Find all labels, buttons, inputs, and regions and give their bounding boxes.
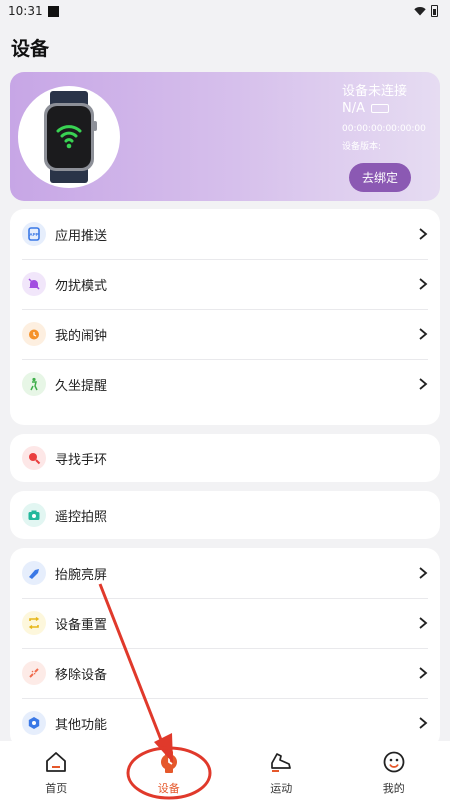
menu-item-label: 久坐提醒 xyxy=(55,378,108,394)
nav-tab-label: 我的 xyxy=(382,782,405,795)
nav-tab-label: 设备 xyxy=(157,782,180,795)
other-functions-icon xyxy=(22,711,46,735)
wifi-signal-icon xyxy=(414,7,426,16)
chevron-right-icon xyxy=(419,667,428,679)
menu-item-find-band[interactable]: 寻找手环 xyxy=(10,434,440,482)
find-band-icon xyxy=(22,446,46,470)
profile-smiley-icon xyxy=(383,751,405,773)
remote-camera-icon xyxy=(22,503,46,527)
chevron-right-icon xyxy=(419,328,428,340)
battery-status-icon xyxy=(431,5,438,17)
page-title: 设备 xyxy=(11,38,50,60)
menu-group-settings: 抬腕亮屏 设备重置 移除设备 其他功能 xyxy=(10,548,440,748)
remove-device-icon xyxy=(22,661,46,685)
raise-wrist-icon xyxy=(22,561,46,585)
menu-item-raise-wrist[interactable]: 抬腕亮屏 xyxy=(10,548,440,598)
menu-item-label: 遥控拍照 xyxy=(55,509,108,525)
menu-group-find-band: 寻找手环 xyxy=(10,434,440,482)
alarm-clock-icon xyxy=(22,322,46,346)
device-reset-icon xyxy=(22,611,46,635)
menu-item-device-reset[interactable]: 设备重置 xyxy=(10,598,440,648)
menu-item-label: 设备重置 xyxy=(55,617,108,633)
chevron-right-icon xyxy=(419,228,428,240)
menu-item-label: 应用推送 xyxy=(55,228,108,244)
chevron-right-icon xyxy=(419,717,428,729)
menu-item-app-push[interactable]: APP 应用推送 xyxy=(10,209,440,259)
menu-item-label: 其他功能 xyxy=(55,717,108,733)
menu-group-remote-camera: 遥控拍照 xyxy=(10,491,440,539)
menu-item-remove-device[interactable]: 移除设备 xyxy=(10,648,440,698)
chevron-right-icon xyxy=(419,378,428,390)
menu-item-remote-camera[interactable]: 遥控拍照 xyxy=(10,491,440,539)
nav-tab-home[interactable]: 首页 xyxy=(0,741,113,800)
smartwatch-wifi-icon xyxy=(44,91,97,183)
bind-device-button[interactable]: 去绑定 xyxy=(349,163,411,192)
bottom-navigation: 首页 设备 运动 我的 xyxy=(0,741,450,800)
nav-tab-profile[interactable]: 我的 xyxy=(338,741,450,800)
device-battery-value: N/A xyxy=(342,101,365,116)
device-connection-status: 设备未连接 xyxy=(342,84,408,99)
status-left: 10:31 xyxy=(8,4,59,18)
chevron-right-icon xyxy=(419,567,428,579)
menu-item-label: 我的闹钟 xyxy=(55,328,108,344)
device-battery-icon xyxy=(371,104,389,113)
nav-tab-sport[interactable]: 运动 xyxy=(225,741,338,800)
device-icon xyxy=(160,751,177,773)
notification-icon xyxy=(47,5,59,17)
svg-text:APP: APP xyxy=(29,232,38,237)
menu-item-label: 寻找手环 xyxy=(55,452,108,468)
menu-group-notifications: APP 应用推送 勿扰模式 我的闹钟 久坐提醒 xyxy=(10,209,440,425)
watch-image xyxy=(18,86,120,188)
home-icon xyxy=(46,752,67,772)
status-bar: 10:31 xyxy=(0,0,450,22)
menu-item-sedentary[interactable]: 久坐提醒 xyxy=(10,359,440,409)
device-version-label: 设备版本: xyxy=(342,142,382,152)
device-card: 设备未连接 N/A 00:00:00:00:00:00 设备版本: 去绑定 xyxy=(10,72,440,201)
nav-tab-label: 首页 xyxy=(45,782,68,795)
nav-tab-label: 运动 xyxy=(270,782,293,795)
nav-tab-device[interactable]: 设备 xyxy=(113,741,226,800)
menu-item-alarm[interactable]: 我的闹钟 xyxy=(10,309,440,359)
sedentary-reminder-icon xyxy=(22,372,46,396)
menu-item-label: 抬腕亮屏 xyxy=(55,567,108,583)
app-push-icon: APP xyxy=(22,222,46,246)
status-time: 10:31 xyxy=(8,4,43,18)
device-mac-address: 00:00:00:00:00:00 xyxy=(342,124,426,134)
status-right xyxy=(414,5,438,17)
chevron-right-icon xyxy=(419,278,428,290)
menu-item-label: 勿扰模式 xyxy=(55,278,108,294)
menu-item-label: 移除设备 xyxy=(55,667,108,683)
device-battery-row: N/A xyxy=(342,101,432,116)
chevron-right-icon xyxy=(419,617,428,629)
do-not-disturb-icon xyxy=(22,272,46,296)
device-info: 设备未连接 N/A 00:00:00:00:00:00 设备版本: xyxy=(342,80,432,152)
menu-item-do-not-disturb[interactable]: 勿扰模式 xyxy=(10,259,440,309)
sport-shoe-icon xyxy=(271,753,292,772)
